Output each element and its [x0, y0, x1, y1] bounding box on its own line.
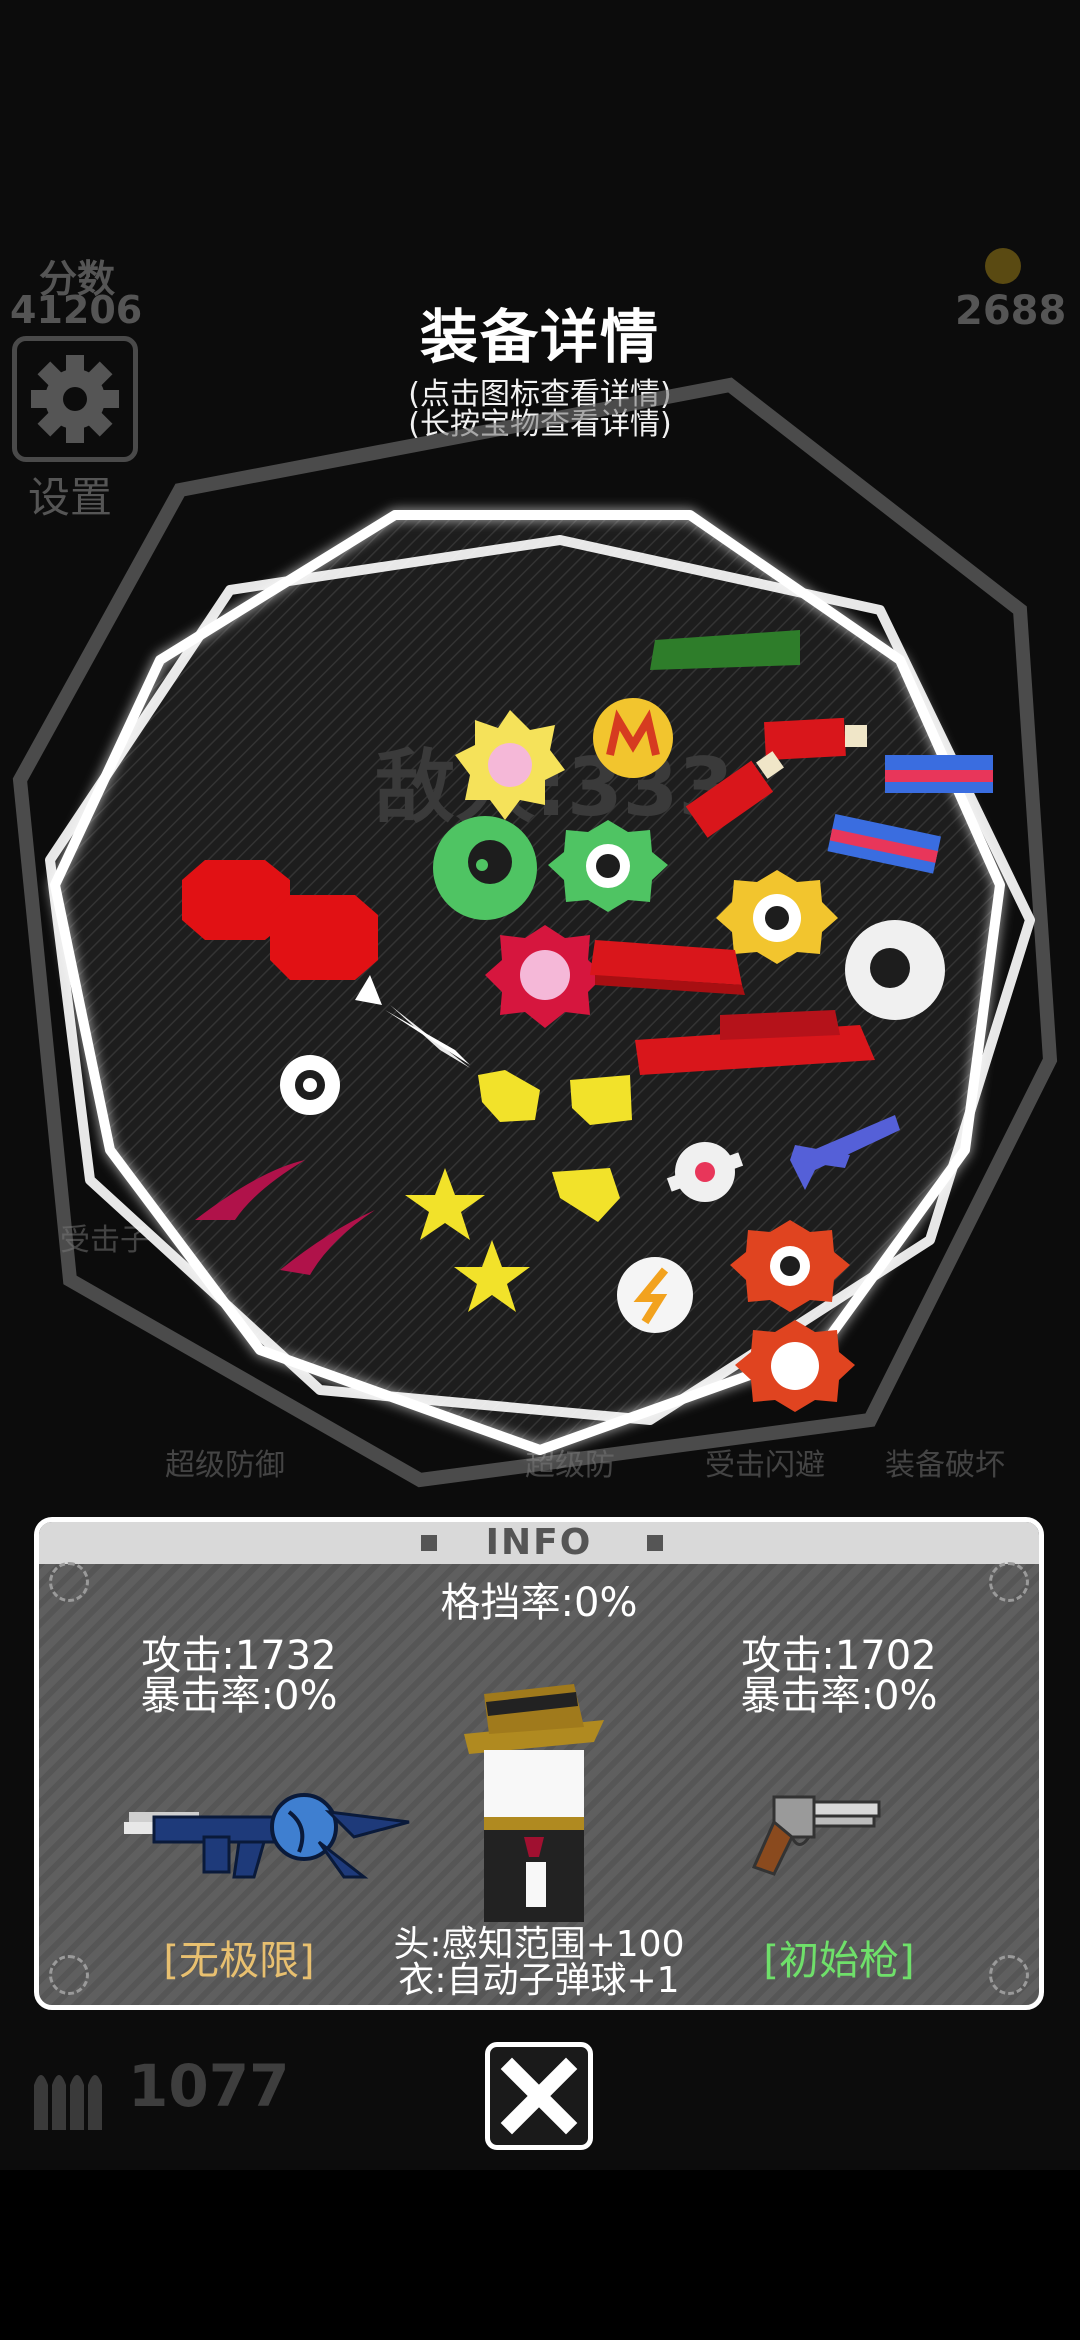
- info-title: INFO: [485, 1522, 593, 1563]
- rifle-icon: [124, 1793, 410, 1879]
- character-avatar[interactable]: [444, 1672, 614, 1926]
- lightning-item: [617, 1257, 693, 1333]
- m-badge-item: [593, 698, 673, 778]
- left-weapon-button[interactable]: [124, 1782, 414, 1896]
- character-icon: [464, 1684, 604, 1922]
- header-square-icon: [421, 1535, 437, 1551]
- red-gear-item: [730, 1220, 850, 1312]
- right-weapon-crit: 暴击率:0%: [740, 1673, 938, 1719]
- white-ring-item: [845, 920, 945, 1020]
- bullets-icon: [30, 2060, 120, 2130]
- right-weapon-name[interactable]: [初始枪]: [679, 1940, 999, 1982]
- revolver-icon: [751, 1795, 881, 1876]
- block-rate: 格挡率:0%: [440, 1580, 638, 1626]
- right-weapon-button[interactable]: [744, 1782, 884, 1886]
- info-panel: INFO 格挡率:0% 攻击:1732 暴击率:0% [无极限] 头:感知范围+…: [34, 1517, 1044, 2010]
- target-item: [280, 1055, 340, 1115]
- pill-item: [885, 755, 993, 793]
- bg-enemy-count: 敌人:333: [375, 741, 734, 834]
- close-icon: [500, 2057, 578, 2135]
- equipment-showcase: 敌人:333: [12, 377, 1058, 1488]
- ammo-count: 1077: [128, 2052, 290, 2120]
- coin-icon: [985, 248, 1021, 284]
- left-weapon-attack: 攻击:1732: [141, 1633, 337, 1679]
- green-gear-item: [548, 820, 668, 912]
- green-ring-item: [433, 816, 537, 920]
- close-button[interactable]: [485, 2042, 593, 2150]
- left-weapon-crit: 暴击率:0%: [140, 1673, 338, 1719]
- header-square-icon: [647, 1535, 663, 1551]
- red-gear-item-2: [735, 1320, 855, 1412]
- magenta-flower-item: [485, 925, 605, 1028]
- bottom-bar: [0, 2170, 1080, 2340]
- info-header: INFO: [39, 1522, 1039, 1564]
- yellow-gear-item: [716, 870, 838, 964]
- right-weapon-attack: 攻击:1702: [741, 1633, 937, 1679]
